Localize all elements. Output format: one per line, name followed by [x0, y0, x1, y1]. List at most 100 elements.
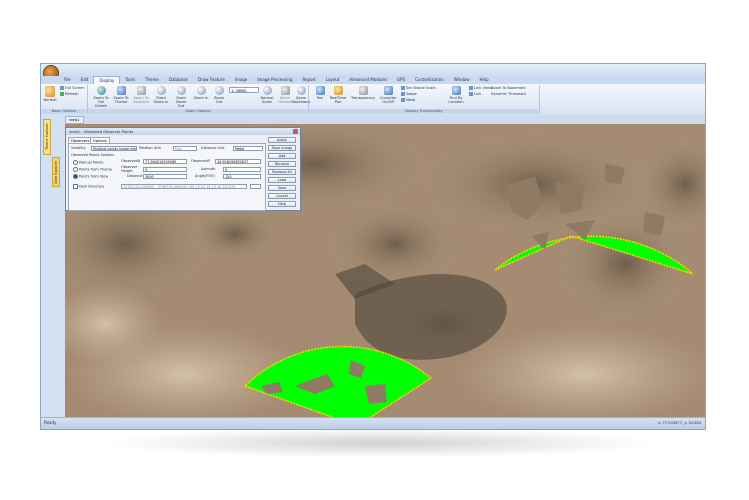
dem-directory-label: Dem Directory	[79, 184, 105, 189]
fixed-zoom-out-label: Fixed Zoom Out	[175, 96, 187, 108]
mask-button[interactable]: Mask	[401, 98, 415, 103]
dem-directory-checkbox[interactable]: Dem Directory	[73, 184, 105, 190]
points-from-view-radio[interactable]: Points from View	[73, 174, 108, 180]
transparency-button[interactable]: Transparency	[351, 86, 375, 100]
remove-all-button[interactable]: Remove All	[268, 169, 296, 175]
full-screen-icon	[60, 86, 64, 90]
group-zoom-options: Zoom To Full Extent Zoom To Theme Zoom T…	[88, 85, 310, 114]
apply-button[interactable]: Apply	[268, 137, 296, 143]
distance-unit-select[interactable]: Meter	[233, 146, 263, 151]
link-button[interactable]: Link	[469, 92, 481, 97]
refresh-button[interactable]: Refresh	[60, 92, 79, 97]
cursor-icon	[45, 86, 55, 97]
zoom-full-extent-button[interactable]: Zoom To Full Extent	[92, 86, 110, 108]
menu-window[interactable]: Window	[449, 76, 475, 84]
points-from-theme-radio[interactable]: Points from Theme	[73, 167, 112, 173]
zoom-selected-label: Zoom To Selected	[133, 96, 149, 104]
azimuth-field[interactable]: 0	[223, 167, 261, 172]
zoom-in-button[interactable]: Zoom In	[192, 86, 210, 100]
set-visible-scale-button[interactable]: Set Visible Scale	[401, 86, 436, 91]
zoom-out-label: Zoom Out	[213, 96, 225, 104]
menu-layout[interactable]: Layout	[321, 76, 345, 84]
angle-fov-label: Angle(FOV)	[195, 174, 215, 178]
remove-button[interactable]: Remove	[268, 161, 296, 167]
link-views-button[interactable]: Link Views	[469, 86, 493, 91]
menu-report[interactable]: Report	[298, 76, 321, 84]
save-image-button[interactable]: Save Image	[268, 145, 296, 151]
scale-icon	[262, 86, 272, 95]
menu-customization[interactable]: Customization	[410, 76, 449, 84]
distance-field[interactable]: 3000	[143, 174, 187, 179]
scale-combo[interactable]: 1: 26861	[229, 87, 259, 93]
menu-image[interactable]: Image	[230, 76, 253, 84]
normal-label: Normal	[43, 98, 57, 102]
close-icon[interactable]	[293, 129, 298, 134]
normal-button[interactable]: Normal	[43, 86, 57, 102]
load-button[interactable]: Load	[268, 177, 296, 183]
left-panel: Theme Explorer Data Explorer	[41, 115, 65, 418]
menu-bar: File Edit Display Tools Theme Database Draw Fe…	[41, 76, 705, 84]
observed-x-field[interactable]: 77.564010509289	[143, 159, 187, 164]
dialog-body: Visibility Multiple points single view P…	[68, 143, 266, 211]
observer-height-field[interactable]: 5	[143, 167, 187, 172]
zoom-to-bookmark-label: Zoom To Bookmark	[491, 86, 526, 90]
realtime-pan-button[interactable]: RealTime Pan	[329, 86, 347, 104]
menu-draw-feature[interactable]: Draw Feature	[193, 76, 230, 84]
angle-fov-field[interactable]: 120	[223, 174, 261, 179]
application-window: File Edit Display Tools Theme Database Draw Fe…	[40, 63, 706, 430]
menu-help[interactable]: Help	[475, 76, 494, 84]
browse-button[interactable]	[250, 184, 261, 189]
menu-gps[interactable]: GPS	[392, 76, 410, 84]
refresh-label: Refresh	[65, 92, 79, 96]
visible-scale-icon	[401, 86, 405, 90]
find-by-location-button[interactable]: Find By Location	[445, 86, 467, 104]
zoom-theme-label: Zoom To Theme	[113, 96, 129, 104]
coordinates-field[interactable]: 74747101.529000 - 2746750.090500 255 15 …	[121, 184, 247, 189]
zoom-selected-button[interactable]: Zoom To Selected	[132, 86, 150, 104]
transparency-label: Transparency	[351, 96, 375, 100]
menu-display[interactable]: Display	[93, 76, 121, 84]
menu-theme[interactable]: Theme	[140, 76, 164, 84]
azimuth-label: Azimuth	[201, 167, 216, 171]
full-screen-button[interactable]: Full Screen	[60, 86, 85, 91]
cancel-button[interactable]: Cancel	[268, 193, 296, 199]
pan-button[interactable]: Pan	[311, 86, 329, 100]
viewshed-dialog: view1 : Viewshed Observer Points Observe…	[65, 127, 301, 211]
swipe-icon	[401, 92, 405, 96]
normal-scale-label: Normal Scale	[260, 96, 274, 104]
fixed-zoom-in-button[interactable]: Fixed Zoom In	[152, 86, 170, 104]
save-button[interactable]: Save	[268, 185, 296, 191]
menu-file[interactable]: File	[59, 76, 76, 84]
tab-theme-explorer[interactable]: Theme Explorer	[43, 119, 51, 155]
menu-image-processing[interactable]: Image Processing	[252, 76, 297, 84]
menu-edit[interactable]: Edit	[76, 76, 94, 84]
zoom-backward-button[interactable]: Zoom Backward	[292, 86, 310, 104]
normal-scale-button[interactable]: Normal Scale	[258, 86, 276, 104]
menu-tools[interactable]: Tools	[120, 76, 140, 84]
zoom-theme-button[interactable]: Zoom To Theme	[112, 86, 130, 104]
zoom-to-bookmark-button[interactable]: Zoom To Bookmark	[491, 86, 526, 91]
radio-selected-icon	[73, 174, 78, 179]
observed-points-options-label: Observed Points Options	[71, 153, 115, 157]
find-by-location-label: Find By Location	[448, 96, 464, 104]
swipe-button[interactable]: Swipe	[401, 92, 417, 97]
zoom-out-button[interactable]: Zoom Out	[210, 86, 228, 104]
position-unit-select[interactable]: Map	[173, 146, 197, 151]
menu-advanced-modules[interactable]: Advanced Modules	[344, 76, 392, 84]
observed-y-field[interactable]: 34.958190852637	[215, 159, 261, 164]
crosshair-button[interactable]: Crosshair On/Off	[377, 86, 399, 104]
tab-data-explorer[interactable]: Data Explorer	[52, 157, 60, 187]
visibility-select[interactable]: Multiple points single view	[91, 146, 137, 151]
link-icon	[469, 92, 473, 96]
distance-unit-label: Distance Unit	[201, 146, 225, 150]
forward-icon	[280, 86, 290, 95]
manual-points-radio[interactable]: Manual Points	[73, 160, 103, 166]
fixed-zoom-out-button[interactable]: Fixed Zoom Out	[172, 86, 190, 108]
help-button[interactable]: Help	[268, 201, 296, 207]
observed-x-label: ObservedX	[121, 159, 141, 163]
add-button[interactable]: Add	[268, 153, 296, 159]
binoculars-icon	[451, 86, 461, 95]
tab-view1[interactable]: view1	[65, 116, 84, 124]
menu-database[interactable]: Database	[164, 76, 193, 84]
dynamic-threshold-button[interactable]: Dynamic Threshold	[491, 92, 526, 97]
